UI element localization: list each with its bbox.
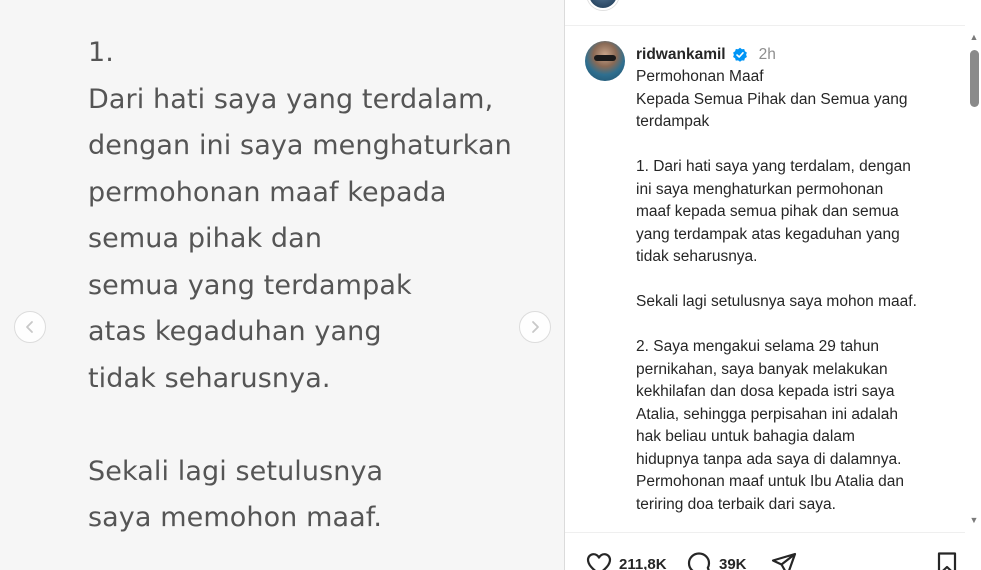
post-actions: 211,8K 39K [565, 540, 981, 570]
like-button[interactable]: 211,8K [585, 550, 667, 570]
previous-slide-button[interactable] [14, 311, 46, 343]
verified-badge-icon [732, 47, 747, 62]
slide-line: semua yang terdampak [88, 269, 412, 301]
caption-line: kekhilafan dan dosa kepada istri saya [636, 383, 895, 400]
caption-line: Atalia, sehingga perpisahan ini adalah [636, 405, 898, 423]
scroll-up-arrow-icon[interactable]: ▲ [969, 32, 979, 42]
slide-line: Dari hati saya yang terdalam, [88, 83, 494, 115]
chevron-right-icon [532, 321, 539, 333]
like-count[interactable]: 211,8K [619, 556, 667, 570]
slide-line: permohonan maaf kepada [88, 176, 447, 208]
author-avatar[interactable] [585, 41, 625, 81]
caption-line: Kepada Semua Pihak dan Semua yang [636, 90, 908, 108]
comments-panel: ridwankamil 2h Permohonan Maaf Kepada Se… [565, 0, 981, 570]
caption-header: ridwankamil 2h [636, 44, 956, 66]
comment-icon [687, 552, 711, 570]
caption-line: pernikahan, saya banyak melakukan [636, 360, 888, 378]
post-header-strip [565, 0, 965, 26]
share-button[interactable] [770, 550, 798, 570]
slide-line: Sekali lagi setulusnya [88, 455, 384, 487]
caption-line: Permohonan Maaf [636, 68, 764, 85]
scrollbar-thumb[interactable] [970, 50, 979, 107]
slide-line: saya memohon maaf. [88, 502, 383, 533]
scroll-down-arrow-icon[interactable]: ▼ [969, 515, 979, 525]
caption-line: Permohonan maaf untuk Ibu Atalia dan [636, 473, 904, 490]
caption-line: ini saya menghaturkan permohonan [636, 180, 884, 198]
caption-line: yang terdampak atas kegaduhan yang [636, 225, 900, 243]
post-time[interactable]: 2h [759, 44, 776, 67]
slide-line: atas kegaduhan yang [88, 316, 382, 347]
chevron-left-icon [26, 321, 33, 333]
caption-line: maaf kepada semua pihak dan semua [636, 203, 899, 220]
slide-text: 1. Dari hati saya yang terdalam, dengan … [88, 30, 548, 542]
comment-count[interactable]: 39K [719, 556, 747, 570]
slide-line: 1. [88, 37, 114, 68]
caption-line: hak beliau untuk bahagia dalam [636, 428, 855, 445]
caption-line: 2. Saya mengakui selama 29 tahun [636, 338, 879, 355]
post-media: 1. Dari hati saya yang terdalam, dengan … [0, 0, 564, 570]
caption-line: tidak seharusnya. [636, 248, 758, 265]
slide-line: tidak seharusnya. [88, 362, 331, 394]
caption-line: 1. Dari hati saya yang terdalam, dengan [636, 158, 911, 175]
post-caption: ridwankamil 2h Permohonan Maaf Kepada Se… [636, 44, 956, 516]
bookmark-icon [937, 552, 957, 570]
caption-line: hidupnya tanpa ada saya di dalamnya. [636, 450, 902, 468]
slide-line: dengan ini saya menghaturkan [88, 130, 512, 161]
comment-button[interactable]: 39K [685, 550, 747, 570]
save-button[interactable] [933, 550, 961, 570]
actions-divider [565, 532, 965, 533]
heart-icon [586, 553, 612, 570]
next-slide-button[interactable] [519, 311, 551, 343]
slide-line: semua pihak dan [88, 223, 323, 254]
caption-line: teriring doa terbaik dari saya. [636, 495, 836, 513]
paper-plane-icon [771, 552, 797, 570]
avatar[interactable] [587, 0, 619, 10]
caption-line: Sekali lagi setulusnya saya mohon maaf. [636, 293, 917, 310]
author-username[interactable]: ridwankamil [636, 44, 726, 67]
caption-scrollbar[interactable]: ▲ ▼ [967, 30, 981, 530]
caption-line: terdampak [636, 113, 710, 130]
caption-scroll-area[interactable]: ridwankamil 2h Permohonan Maaf Kepada Se… [565, 27, 965, 532]
